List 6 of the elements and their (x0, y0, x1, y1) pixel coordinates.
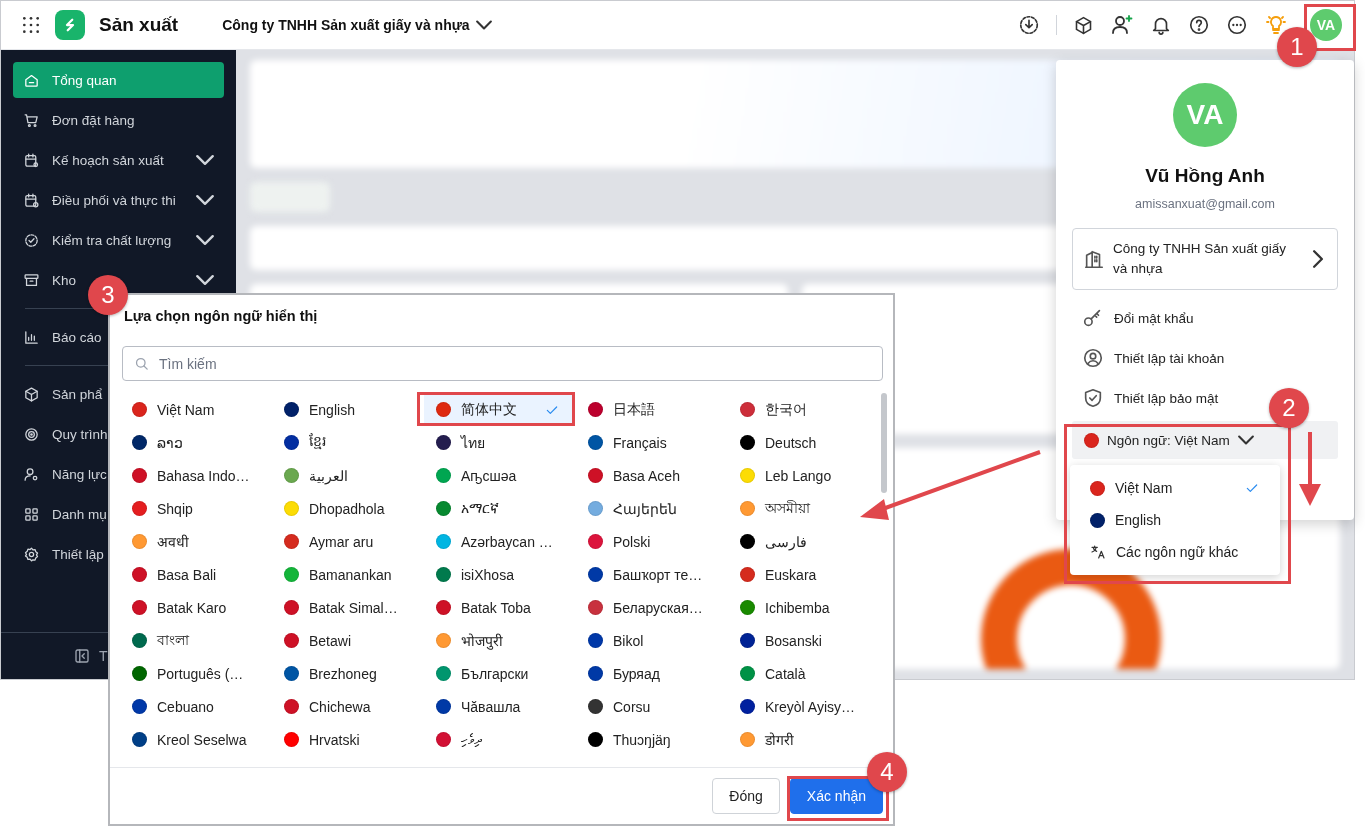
profile-avatar: VA (1173, 83, 1237, 147)
profile-name: Vũ Hồng Anh (1145, 165, 1265, 187)
collapse-label: T (99, 648, 108, 664)
app-title: Sản xuất (99, 14, 179, 36)
profile-email: amissanxuat@gmail.com (1135, 197, 1275, 211)
step-number-badge: 4 (867, 752, 907, 792)
